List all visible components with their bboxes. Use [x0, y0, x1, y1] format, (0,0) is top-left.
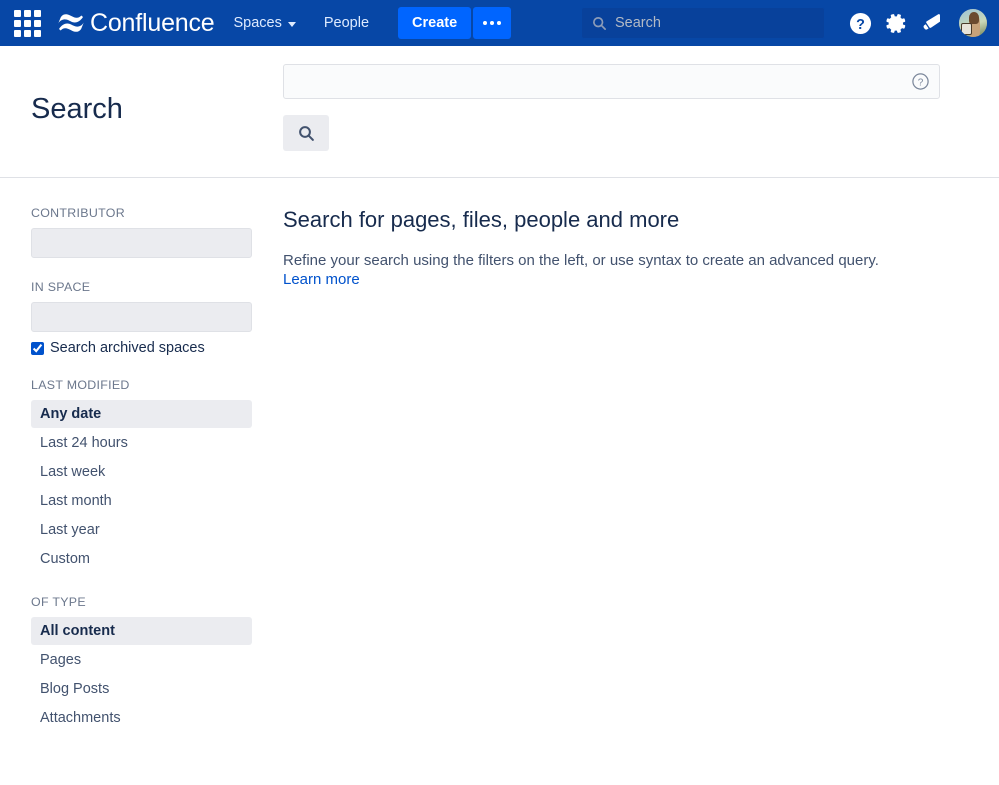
- search-input-wrapper: ?: [283, 64, 940, 99]
- nav-spaces-label: Spaces: [233, 15, 281, 31]
- search-archived-spaces-label: Search archived spaces: [50, 340, 205, 356]
- search-controls: ?: [283, 64, 999, 157]
- last-modified-options: Any date Last 24 hours Last week Last mo…: [31, 400, 252, 573]
- notifications-button[interactable]: [915, 6, 949, 40]
- svg-text:?: ?: [918, 78, 924, 89]
- last-modified-label: LAST MODIFIED: [31, 378, 252, 392]
- learn-more-link[interactable]: Learn more: [283, 271, 360, 288]
- global-search-box[interactable]: Search: [581, 7, 825, 39]
- results-heading: Search for pages, files, people and more: [283, 206, 940, 234]
- filter-group-contributor: CONTRIBUTOR: [31, 206, 252, 258]
- filters-sidebar: CONTRIBUTOR IN SPACE Search archived spa…: [0, 178, 283, 754]
- search-archived-spaces-checkbox[interactable]: [31, 342, 44, 355]
- top-navigation-bar: Confluence Spaces People Create Search ?: [0, 0, 999, 46]
- search-input[interactable]: [283, 64, 940, 99]
- create-button[interactable]: Create: [398, 7, 471, 39]
- results-panel: Search for pages, files, people and more…: [283, 178, 999, 754]
- nav-people[interactable]: People: [315, 8, 378, 38]
- brand-name: Confluence: [90, 11, 214, 36]
- search-submit-button[interactable]: [283, 115, 329, 151]
- settings-button[interactable]: [879, 6, 913, 40]
- contributor-label: CONTRIBUTOR: [31, 206, 252, 220]
- gear-icon: [885, 12, 908, 35]
- global-search-placeholder: Search: [615, 15, 661, 31]
- user-avatar[interactable]: [957, 7, 989, 39]
- of-type-option-attachments[interactable]: Attachments: [31, 704, 252, 732]
- of-type-label: OF TYPE: [31, 595, 252, 609]
- confluence-logo-icon: [58, 11, 84, 35]
- page-body: CONTRIBUTOR IN SPACE Search archived spa…: [0, 178, 999, 754]
- ellipsis-icon: [497, 21, 501, 25]
- more-options-button[interactable]: [473, 7, 511, 39]
- grid-apps-icon[interactable]: [12, 8, 42, 38]
- last-modified-option-any-date[interactable]: Any date: [31, 400, 252, 428]
- filter-group-in-space: IN SPACE Search archived spaces: [31, 280, 252, 356]
- of-type-option-all-content[interactable]: All content: [31, 617, 252, 645]
- last-modified-option-last-year[interactable]: Last year: [31, 516, 252, 544]
- nav-people-label: People: [324, 15, 369, 31]
- search-header-band: Search ?: [0, 46, 999, 178]
- of-type-option-pages[interactable]: Pages: [31, 646, 252, 674]
- search-archived-spaces-row[interactable]: Search archived spaces: [31, 340, 252, 356]
- last-modified-option-last-24-hours[interactable]: Last 24 hours: [31, 429, 252, 457]
- in-space-label: IN SPACE: [31, 280, 252, 294]
- confluence-home-link[interactable]: Confluence: [58, 6, 214, 40]
- page-title: Search: [0, 64, 283, 157]
- of-type-options: All content Pages Blog Posts Attachments: [31, 617, 252, 732]
- ellipsis-icon: [483, 21, 487, 25]
- question-circle-icon: ?: [849, 12, 872, 35]
- megaphone-icon: [920, 11, 944, 35]
- last-modified-option-custom[interactable]: Custom: [31, 545, 252, 573]
- nav-spaces[interactable]: Spaces: [224, 8, 304, 38]
- in-space-input[interactable]: [31, 302, 252, 332]
- chevron-down-icon: [288, 22, 296, 27]
- filter-group-of-type: OF TYPE All content Pages Blog Posts Att…: [31, 595, 252, 732]
- svg-text:?: ?: [856, 16, 865, 32]
- of-type-option-blog-posts[interactable]: Blog Posts: [31, 675, 252, 703]
- search-icon: [298, 125, 315, 142]
- contributor-input[interactable]: [31, 228, 252, 258]
- question-circle-outline-icon[interactable]: ?: [911, 72, 930, 91]
- help-button[interactable]: ?: [843, 6, 877, 40]
- ellipsis-icon: [490, 21, 494, 25]
- nav-right-group: Search ?: [581, 6, 989, 40]
- search-icon: [592, 16, 607, 31]
- last-modified-option-last-week[interactable]: Last week: [31, 458, 252, 486]
- results-description: Refine your search using the filters on …: [283, 250, 940, 272]
- last-modified-option-last-month[interactable]: Last month: [31, 487, 252, 515]
- filter-group-last-modified: LAST MODIFIED Any date Last 24 hours Las…: [31, 378, 252, 573]
- create-button-group: Create: [398, 7, 511, 39]
